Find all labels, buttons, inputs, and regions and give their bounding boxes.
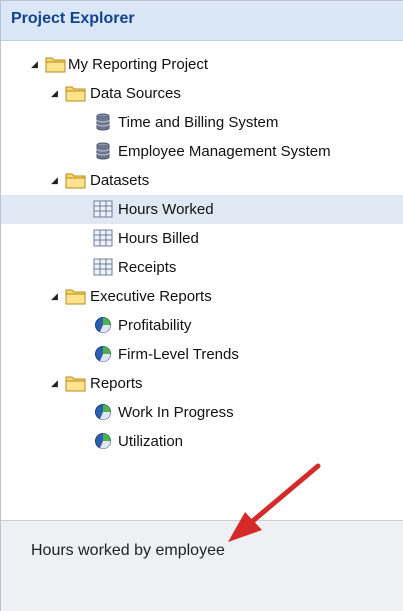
tree-node-label: Work In Progress xyxy=(118,404,234,421)
tree-node-label: Profitability xyxy=(118,317,192,334)
report-icon xyxy=(95,317,111,333)
tree-node-label: Hours Billed xyxy=(118,230,199,247)
panel-header: Project Explorer xyxy=(1,1,403,41)
tree-node-datasets[interactable]: ◢ Datasets xyxy=(1,166,403,195)
tree-node-label: Datasets xyxy=(90,172,150,189)
tree-item-employee-mgmt[interactable]: Employee Management System xyxy=(1,137,403,166)
database-icon xyxy=(96,142,110,160)
grid-icon xyxy=(93,229,113,247)
tree-node-root[interactable]: ◢ My Reporting Project xyxy=(1,50,403,79)
grid-icon xyxy=(93,200,113,218)
tree-node-label: Hours Worked xyxy=(118,201,214,218)
tree-node-reports[interactable]: ◢ Reports xyxy=(1,369,403,398)
tree-item-receipts[interactable]: Receipts xyxy=(1,253,403,282)
tree-node-data-sources[interactable]: ◢ Data Sources xyxy=(1,79,403,108)
expand-arrow-icon[interactable]: ◢ xyxy=(51,378,61,388)
tree-item-hours-worked[interactable]: Hours Worked xyxy=(1,195,403,224)
tree-node-label: Data Sources xyxy=(90,85,181,102)
report-icon xyxy=(95,404,111,420)
grid-icon xyxy=(93,258,113,276)
folder-icon xyxy=(65,173,86,189)
folder-icon xyxy=(65,289,86,305)
tree-node-label: Employee Management System xyxy=(118,143,331,160)
tree-node-label: Time and Billing System xyxy=(118,114,279,131)
database-icon xyxy=(96,113,110,131)
expand-arrow-icon[interactable]: ◢ xyxy=(51,175,61,185)
tree-node-label: My Reporting Project xyxy=(68,56,209,73)
tree-node-label: Receipts xyxy=(118,259,177,276)
folder-icon xyxy=(65,376,86,392)
tree-node-label: Executive Reports xyxy=(90,288,212,305)
tree-item-firm-level-trends[interactable]: Firm-Level Trends xyxy=(1,340,403,369)
description-panel: Hours worked by employee xyxy=(1,521,403,611)
description-text: Hours worked by employee xyxy=(31,542,225,559)
tree-item-hours-billed[interactable]: Hours Billed xyxy=(1,224,403,253)
expand-arrow-icon[interactable]: ◢ xyxy=(31,59,41,69)
report-icon xyxy=(95,433,111,449)
tree-item-utilization[interactable]: Utilization xyxy=(1,427,403,456)
expand-arrow-icon[interactable]: ◢ xyxy=(51,291,61,301)
tree-node-label: Utilization xyxy=(118,433,184,450)
tree-item-profitability[interactable]: Profitability xyxy=(1,311,403,340)
tree-node-executive-reports[interactable]: ◢ Executive Reports xyxy=(1,282,403,311)
tree-node-label: Firm-Level Trends xyxy=(118,346,239,363)
tree-node-label: Reports xyxy=(90,375,143,392)
folder-icon xyxy=(45,57,66,73)
panel-title: Project Explorer xyxy=(11,10,135,27)
expand-arrow-icon[interactable]: ◢ xyxy=(51,88,61,98)
folder-icon xyxy=(65,86,86,102)
report-icon xyxy=(95,346,111,362)
tree-item-time-billing[interactable]: Time and Billing System xyxy=(1,108,403,137)
tree-item-work-in-progress[interactable]: Work In Progress xyxy=(1,398,403,427)
